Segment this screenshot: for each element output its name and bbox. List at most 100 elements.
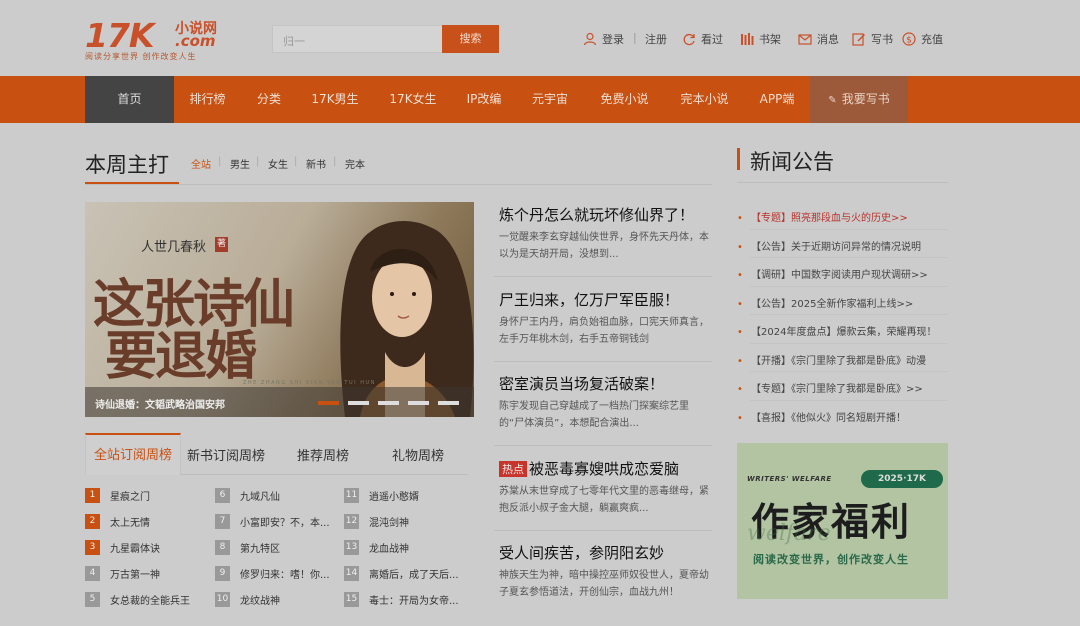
rank-number: 5 [85,592,100,607]
announcement-item[interactable]: • 【开播】《宗门里除了我都是卧底》动漫 [737,352,948,367]
history-link[interactable]: 看过 [682,31,723,47]
register-link[interactable]: 注册 [645,31,667,47]
logo-com: .com [175,32,216,50]
announcement-item[interactable]: • 【调研】中国数字阅读用户现状调研>> [737,266,948,281]
recharge-link[interactable]: $ 充值 [902,31,943,47]
promo-tag: WRITERS' WELFARE [747,475,832,483]
site-logo[interactable]: 17K 小说网 .com 阅读分享世界 创作改变人生 [85,14,225,64]
filter-male[interactable]: 男生 [230,156,250,171]
announcement-item[interactable]: • 【公告】2025全新作家福利上线>> [737,295,948,310]
announcement-separator [750,400,948,401]
announcement-item[interactable]: • 【专题】照亮那段血与火的历史>> [737,209,948,224]
login-separator: | [633,31,637,44]
nav-item-home[interactable]: 首页 [85,76,174,123]
rank-item[interactable]: 8 第九特区 [215,540,280,555]
nav-item-completed[interactable]: 完本小说 [672,76,737,123]
search-button[interactable]: 搜索 [442,25,499,53]
write-link[interactable]: 写书 [852,31,893,47]
news-title[interactable]: 密室演员当场复活破案！ [499,373,664,394]
carousel-dot-4[interactable] [408,401,429,405]
svg-text:$: $ [906,36,912,46]
nav-write-label: 我要写书 [841,92,890,106]
carousel-dot-1[interactable] [318,401,339,405]
nav-item-ranking[interactable]: 排行榜 [180,76,235,123]
rank-item[interactable]: 9 修罗归来：嗜！你... [215,566,330,581]
filter-separator: | [294,156,298,167]
rank-number: 13 [344,540,359,555]
announcement-text: 【2024年度盘点】爆款云集，荣耀再现！ [751,327,937,338]
rank-number: 7 [215,514,230,529]
tab-recommend[interactable]: 推荐周榜 [297,445,349,464]
nav-item-write[interactable]: ✎ 我要写书 [810,76,908,123]
logo-slogan: 阅读分享世界 创作改变人生 [85,52,197,61]
nav-item-male[interactable]: 17K男生 [304,76,366,123]
rank-item[interactable]: 7 小富即安？不，本... [215,514,330,529]
rank-number: 12 [344,514,359,529]
rank-title: 龙血战神 [369,544,409,555]
banner-caption: 诗仙退婚：文韬武略治国安邦 [95,400,225,411]
writer-welfare-banner[interactable]: WRITERS' WELFARE 2025·17K 作家福利 welfare 阅… [737,443,948,599]
rank-item[interactable]: 3 九星霸体诀 [85,540,160,555]
bullet-icon: • [737,242,743,253]
rank-item[interactable]: 4 万古第一神 [85,566,160,581]
carousel-dot-3[interactable] [378,401,399,405]
nav-item-metaverse[interactable]: 元宇宙 [525,76,575,123]
rank-item[interactable]: 6 九域凡仙 [215,488,280,503]
announcement-item[interactable]: • 【公告】关于近期访问异常的情况说明 [737,238,948,253]
messages-link[interactable]: 消息 [798,31,839,47]
rank-title: 九域凡仙 [240,492,280,503]
rank-item[interactable]: 1 星痕之门 [85,488,150,503]
rank-item[interactable]: 5 女总裁的全能兵王 [85,592,190,607]
news-title[interactable]: 炼个丹怎么就玩坏修仙界了！ [499,204,694,225]
announcement-item[interactable]: • 【专题】《宗门里除了我都是卧底》>> [737,380,948,395]
banner-author-seal: 著 [215,237,228,252]
announcement-item[interactable]: • 【2024年度盘点】爆款云集，荣耀再现！ [737,323,948,338]
announcement-title: 新闻公告 [750,150,834,174]
filter-separator: | [218,156,222,167]
bullet-icon: • [737,384,743,395]
rank-number: 15 [344,592,359,607]
nav-item-category[interactable]: 分类 [248,76,290,123]
news-title[interactable]: 受人间疾苦，参阴阳玄妙 [499,542,664,563]
rank-title: 小富即安？不，本... [240,518,330,529]
rank-item[interactable]: 14 离婚后，成了天后... [344,566,459,581]
announcement-separator [750,286,948,287]
news-title[interactable]: 尸王归来，亿万尸军臣服！ [499,289,679,310]
filter-completed[interactable]: 完本 [345,156,365,171]
carousel-dot-5[interactable] [438,401,459,405]
filter-all[interactable]: 全站 [191,156,211,171]
rank-number: 9 [215,566,230,581]
bookshelf-icon [741,33,754,45]
tab-gift[interactable]: 礼物周榜 [392,445,444,464]
tab-site-subscription[interactable]: 全站订阅周榜 [85,433,181,475]
rank-title: 太上无情 [110,518,150,529]
nav-item-app[interactable]: APP端 [752,76,802,123]
rank-item[interactable]: 2 太上无情 [85,514,150,529]
carousel-dot-2[interactable] [348,401,369,405]
bookshelf-link[interactable]: 书架 [740,31,781,47]
news-title-hot[interactable]: 热点 被恶毒寡嫂哄成恋爱脑 [499,458,679,479]
news-desc: 苏棠从末世穿成了七零年代文里的恶毒继母，紧抱反派小叔子金大腿，躺赢爽疯... [499,486,709,514]
rank-number: 4 [85,566,100,581]
login-link[interactable]: 登录 [583,31,624,47]
rank-number: 3 [85,540,100,555]
announcement-item[interactable]: • 【喜报】《他似火》同名短剧开播！ [737,409,948,424]
announcement-text: 【喜报】《他似火》同名短剧开播！ [751,413,906,424]
rank-title: 逍遥小憨婿 [369,492,419,503]
rank-item[interactable]: 10 龙纹战神 [215,592,280,607]
rank-item[interactable]: 15 毒士：开局为女帝... [344,592,459,607]
rank-title: 星痕之门 [110,492,150,503]
nav-item-female[interactable]: 17K女生 [382,76,444,123]
filter-female[interactable]: 女生 [268,156,288,171]
filter-new[interactable]: 新书 [306,156,326,171]
featured-banner[interactable]: 人世几春秋 著 这张诗仙 要退婚 ZHE ZHANG SHI XIAN YAO … [85,202,474,417]
nav-item-free[interactable]: 免费小说 [592,76,657,123]
logo-main: 17K [85,16,154,55]
rank-item[interactable]: 12 混沌剑神 [344,514,409,529]
rank-item[interactable]: 13 龙血战神 [344,540,409,555]
rank-title: 女总裁的全能兵王 [110,596,190,607]
search-input[interactable]: 归一 [272,25,443,53]
rank-item[interactable]: 11 逍遥小憨婿 [344,488,419,503]
nav-item-ip[interactable]: IP改编 [459,76,509,123]
tab-new-book-subscription[interactable]: 新书订阅周榜 [187,445,265,464]
